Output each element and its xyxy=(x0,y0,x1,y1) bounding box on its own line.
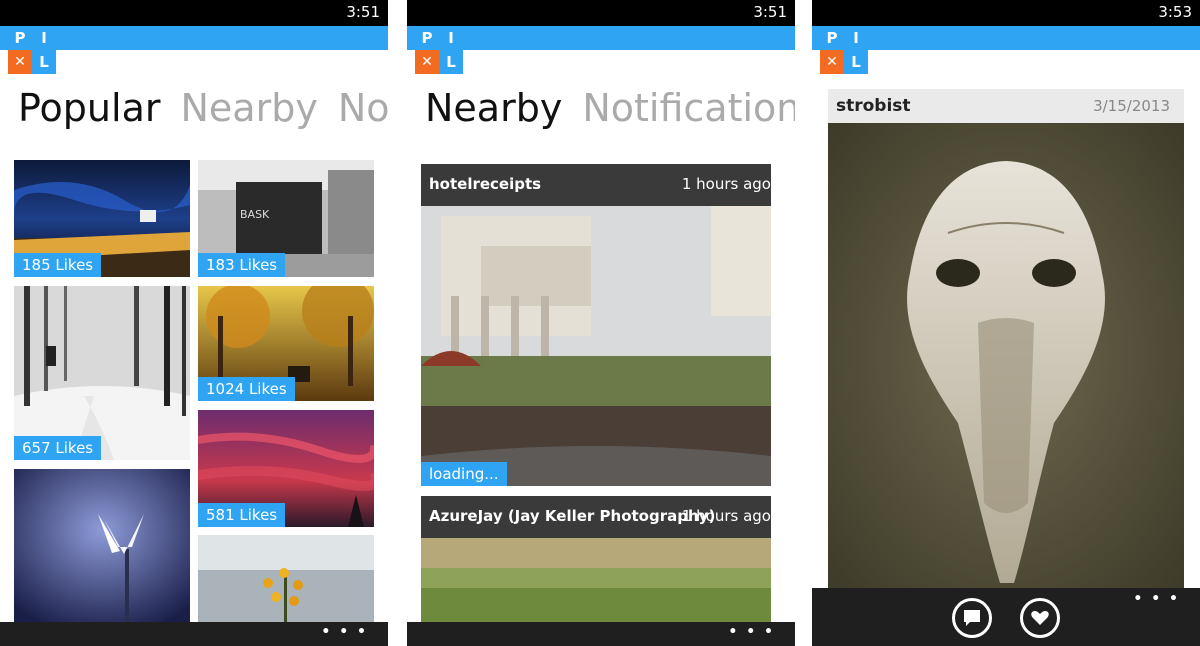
logo-letter: P xyxy=(415,26,439,50)
likes-badge: 657 Likes xyxy=(14,436,102,460)
app-bar: • • • xyxy=(407,622,795,646)
skull-image xyxy=(828,123,1184,588)
photo-tile[interactable]: 657 Likes xyxy=(14,286,190,460)
photo-tulip xyxy=(14,469,190,622)
comment-button[interactable] xyxy=(952,598,992,638)
status-bar: 3:51 xyxy=(407,0,795,26)
tab-nearby[interactable]: Nearby xyxy=(180,86,317,130)
pivot-header: Popular Nearby Notifi xyxy=(18,86,388,130)
comment-icon xyxy=(964,610,980,626)
tab-popular[interactable]: Popular xyxy=(18,86,160,130)
tab-nearby[interactable]: Nearby xyxy=(425,86,562,130)
photo-tile[interactable]: BASK 183 Likes xyxy=(198,160,374,277)
logo-cross-icon: ✕ xyxy=(415,50,439,74)
post-header: AzureJay (Jay Keller Photography) 1 hour… xyxy=(421,496,771,538)
photo-tile[interactable]: 1024 Likes xyxy=(198,286,374,401)
screen-popular: 3:51 P I ✕ L Popular Nearby Notifi 185 Lik… xyxy=(0,0,388,646)
logo-letter: P xyxy=(820,26,844,50)
app-header-bar xyxy=(812,26,1200,50)
logo-letter: I xyxy=(439,26,463,50)
post-timestamp: 1 hours ago xyxy=(681,507,771,525)
photo-tile[interactable] xyxy=(14,469,190,622)
likes-badge: 581 Likes xyxy=(198,503,286,527)
screen-photo-detail: 3:53 P I ✕ L strobist 3/15/2013 • • • xyxy=(812,0,1200,646)
logo-letter: I xyxy=(32,26,56,50)
post-photo-building xyxy=(421,206,771,486)
logo-cross-icon: ✕ xyxy=(8,50,32,74)
clock: 3:53 xyxy=(1158,3,1192,21)
photo-info-bar: strobist 3/15/2013 xyxy=(828,89,1184,123)
likes-badge: 183 Likes xyxy=(198,253,286,277)
photo-snowy-forest xyxy=(14,286,190,460)
tab-notification[interactable]: Notification xyxy=(582,86,795,130)
logo-letter: I xyxy=(844,26,868,50)
post-timestamp: 1 hours ago xyxy=(681,175,771,193)
photo-skull[interactable] xyxy=(828,123,1184,588)
tab-notifications[interactable]: Notifi xyxy=(338,86,388,130)
like-button[interactable] xyxy=(1020,598,1060,638)
likes-badge: 185 Likes xyxy=(14,253,102,277)
logo-cross-icon: ✕ xyxy=(820,50,844,74)
like-heart-icon xyxy=(1031,611,1049,625)
svg-text:BASK: BASK xyxy=(240,208,270,221)
app-logo: P I ✕ L xyxy=(820,26,868,74)
app-bar: • • • xyxy=(812,588,1200,646)
photo-yellow-flowers xyxy=(198,535,374,622)
post-card[interactable]: AzureJay (Jay Keller Photography) 1 hour… xyxy=(421,496,771,622)
post-username[interactable]: hotelreceipts xyxy=(429,175,541,193)
ellipsis-icon[interactable]: • • • xyxy=(728,624,775,640)
status-bar: 3:53 xyxy=(812,0,1200,26)
post-photo-field xyxy=(421,538,771,622)
screen-nearby: 3:51 P I ✕ L Nearby Notification P hotelre… xyxy=(407,0,795,646)
app-bar: • • • xyxy=(0,622,388,646)
ellipsis-icon[interactable]: • • • xyxy=(321,624,368,640)
photo-username[interactable]: strobist xyxy=(836,96,911,116)
photo-tile[interactable]: 581 Likes xyxy=(198,410,374,527)
ellipsis-icon[interactable]: • • • xyxy=(1133,591,1180,607)
photo-tile[interactable]: 185 Likes xyxy=(14,160,190,277)
logo-letter: P xyxy=(8,26,32,50)
pivot-header: NearbyNotificationP xyxy=(425,86,795,130)
logo-letter: L xyxy=(844,50,868,74)
post-card[interactable]: hotelreceipts 1 hours ago loading... xyxy=(421,164,771,486)
post-header: hotelreceipts 1 hours ago xyxy=(421,164,771,206)
app-logo: P I ✕ L xyxy=(415,26,463,74)
app-header-bar xyxy=(407,26,795,50)
clock: 3:51 xyxy=(346,3,380,21)
photo-tile[interactable] xyxy=(198,535,374,622)
likes-badge: 1024 Likes xyxy=(198,377,295,401)
post-username[interactable]: AzureJay (Jay Keller Photography) xyxy=(429,507,715,525)
clock: 3:51 xyxy=(753,3,787,21)
logo-letter: L xyxy=(32,50,56,74)
loading-indicator: loading... xyxy=(421,462,507,486)
app-header-bar xyxy=(0,26,388,50)
photo-date: 3/15/2013 xyxy=(1093,97,1170,115)
app-logo: P I ✕ L xyxy=(8,26,56,74)
logo-letter: L xyxy=(439,50,463,74)
status-bar: 3:51 xyxy=(0,0,388,26)
